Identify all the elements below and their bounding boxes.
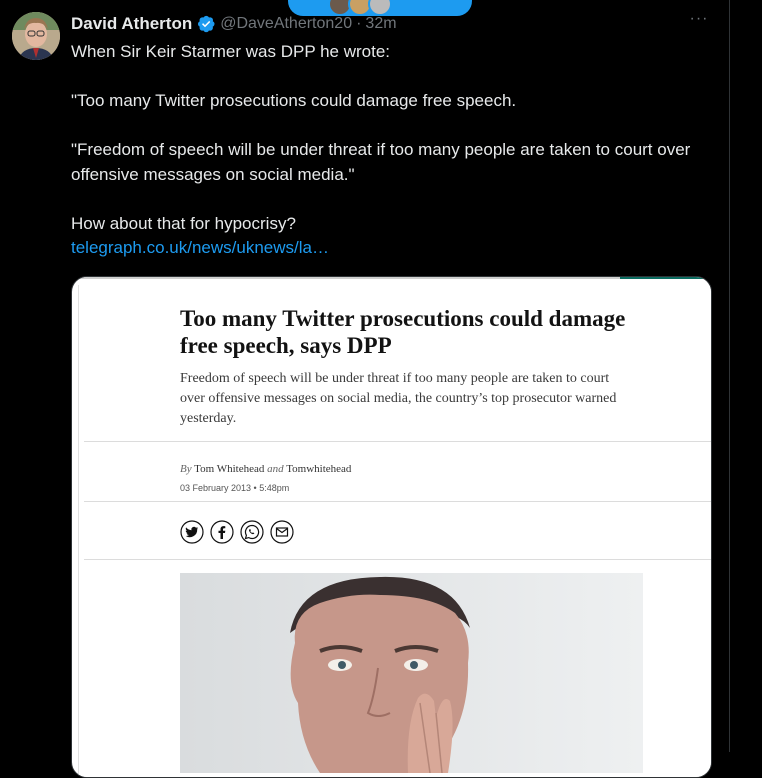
divider — [78, 285, 79, 777]
whatsapp-icon — [240, 520, 264, 544]
byline-author: Tom Whitehead — [194, 463, 265, 475]
article-photo — [180, 573, 643, 773]
share-buttons — [180, 520, 294, 544]
link-card[interactable]: Too many Twitter prosecutions could dama… — [71, 276, 712, 778]
card-divider — [72, 277, 620, 279]
facebook-icon — [210, 520, 234, 544]
article-date: 03 February 2013 • 5:48pm — [180, 483, 290, 493]
byline-conjunction: and — [267, 463, 284, 475]
tweet-line: How about that for hypocrisy? — [71, 213, 296, 233]
arrow-up-icon: ↑ — [306, 0, 312, 2]
email-icon — [270, 520, 294, 544]
card-divider — [620, 277, 711, 279]
separator: · — [356, 15, 362, 32]
tweet-line: When Sir Keir Starmer was DPP he wrote: — [71, 42, 391, 61]
tweet-line: "Freedom of speech will be under threat … — [71, 140, 691, 184]
column-border — [729, 0, 730, 752]
article-preview: Too many Twitter prosecutions could dama… — [78, 285, 711, 777]
timestamp[interactable]: 32m — [365, 15, 396, 33]
byline-prefix: By — [180, 463, 192, 475]
article-standfirst: Freedom of speech will be under threat i… — [180, 371, 617, 426]
tweet-text: When Sir Keir Starmer was DPP he wrote: … — [71, 40, 711, 261]
divider — [84, 441, 711, 442]
article-byline: By Tom Whitehead and Tomwhitehead — [180, 463, 351, 475]
verified-badge-icon — [198, 15, 215, 33]
author-handle[interactable]: @DaveAtherton20 — [220, 15, 352, 33]
tweet-line: "Too many Twitter prosecutions could dam… — [71, 91, 517, 110]
tweet-link[interactable]: telegraph.co.uk/news/uknews/la… — [71, 238, 329, 257]
tweet-header: David Atherton @DaveAtherton20 · 32m — [71, 13, 397, 35]
divider — [84, 501, 711, 502]
more-icon[interactable]: ··· — [688, 10, 710, 32]
byline-author: Tomwhitehead — [286, 463, 352, 475]
author-name[interactable]: David Atherton — [71, 14, 192, 34]
twitter-icon — [180, 520, 204, 544]
avatar[interactable] — [12, 12, 60, 60]
divider — [84, 559, 711, 560]
article-headline: Too many Twitter prosecutions could dama… — [180, 306, 626, 358]
